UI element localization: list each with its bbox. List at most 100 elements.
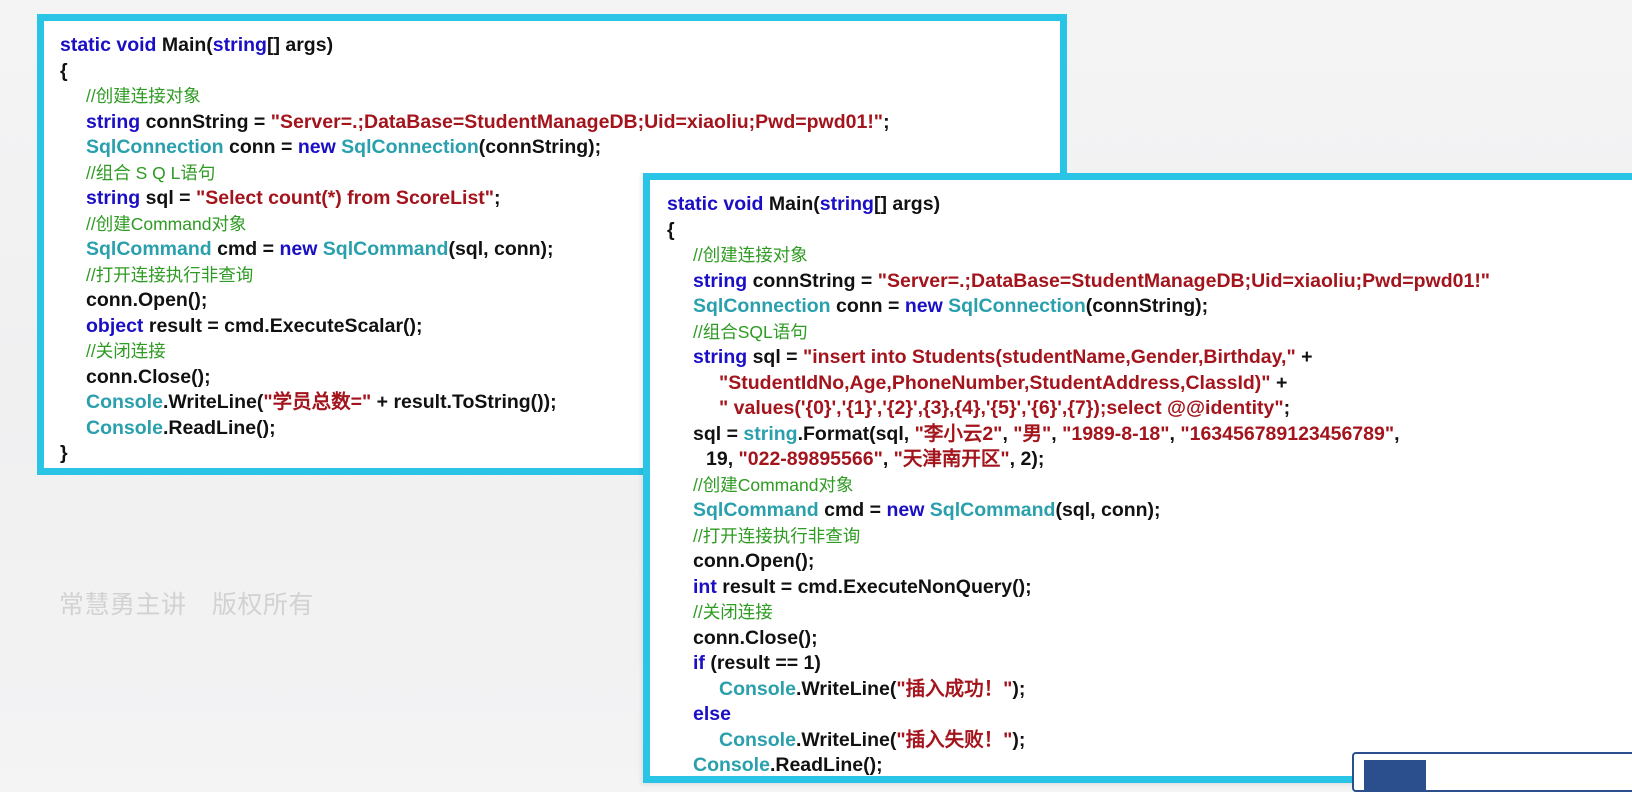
code-token-cmt: //创建Command对象 bbox=[86, 213, 247, 234]
code-token-kw: string bbox=[819, 193, 874, 215]
code-lines: static void Main(string[] args){//创建连接对象… bbox=[667, 192, 1626, 776]
code-token-str: "StudentIdNo,Age,PhoneNumber,StudentAddr… bbox=[719, 371, 1271, 394]
code-token-kw: new bbox=[279, 238, 323, 260]
code-line: //关闭连接 bbox=[667, 600, 1626, 626]
code-token-str: "163456789123456789" bbox=[1180, 422, 1395, 445]
code-token-str: "022-89895566" bbox=[738, 448, 883, 470]
code-token-plain: cmd = bbox=[818, 499, 887, 521]
code-token-kw: string bbox=[212, 34, 267, 56]
code-token-plain: conn = bbox=[830, 295, 905, 317]
code-line: static void Main(string[] args) bbox=[667, 192, 1626, 218]
code-panel-nonquery-example: static void Main(string[] args){//创建连接对象… bbox=[643, 173, 1632, 783]
code-token-str: "1989-8-18" bbox=[1062, 422, 1170, 445]
code-token-str: "李小云2" bbox=[914, 422, 1003, 445]
code-line: //组合SQL语句 bbox=[667, 320, 1626, 346]
code-token-plain: sql = bbox=[747, 346, 803, 368]
code-token-str: "Server=.;DataBase=StudentManageDB;Uid=x… bbox=[270, 110, 884, 133]
code-token-type: SqlCommand bbox=[86, 238, 212, 260]
logo-badge bbox=[1352, 752, 1632, 792]
code-line: //创建连接对象 bbox=[60, 84, 1050, 110]
code-token-kw: string bbox=[693, 269, 748, 292]
code-token-plain: ; bbox=[883, 110, 890, 133]
code-token-plain: conn.Open(); bbox=[693, 550, 815, 572]
code-token-kw: int bbox=[693, 575, 717, 598]
code-token-plain: (connString); bbox=[478, 136, 602, 158]
code-token-plain: .WriteLine( bbox=[162, 391, 264, 413]
code-token-plain: .ReadLine(); bbox=[769, 754, 883, 776]
code-token-plain: } bbox=[60, 442, 68, 464]
code-token-kw: else bbox=[693, 703, 731, 725]
code-line: SqlConnection conn = new SqlConnection(c… bbox=[667, 294, 1626, 320]
code-token-plain: ); bbox=[1012, 677, 1026, 700]
code-token-str: "insert into Students(studentName,Gender… bbox=[803, 346, 1296, 368]
code-token-cmt: //组合 S Q L语句 bbox=[86, 162, 216, 183]
code-token-kw: new bbox=[886, 499, 930, 521]
code-line: Console.WriteLine("插入成功！"); bbox=[667, 677, 1626, 703]
code-token-plain: [] args) bbox=[266, 34, 334, 56]
code-line: 19, "022-89895566", "天津南开区", 2); bbox=[667, 447, 1626, 473]
code-token-plain: [] args) bbox=[873, 193, 941, 215]
code-token-cmt: //组合SQL语句 bbox=[693, 321, 808, 342]
code-token-plain: + bbox=[1295, 346, 1313, 368]
code-line: if (result == 1) bbox=[667, 651, 1626, 677]
code-line: SqlConnection conn = new SqlConnection(c… bbox=[60, 135, 1050, 161]
code-token-plain: ; bbox=[1283, 397, 1291, 419]
code-token-plain: + bbox=[1270, 371, 1288, 394]
code-token-str: "学员总数=" bbox=[263, 391, 372, 413]
code-line: { bbox=[60, 59, 1050, 85]
code-token-str: "Server=.;DataBase=StudentManageDB;Uid=x… bbox=[877, 269, 1491, 292]
code-token-plain: (sql, conn); bbox=[1055, 499, 1161, 521]
code-token-str: "男" bbox=[1013, 422, 1052, 445]
code-token-plain: (sql, conn); bbox=[448, 238, 554, 260]
code-token-plain: , bbox=[882, 448, 894, 470]
code-token-plain: , 2); bbox=[1009, 448, 1045, 470]
code-token-plain: { bbox=[667, 218, 675, 241]
code-token-type: string bbox=[743, 422, 798, 445]
code-token-type: SqlConnection bbox=[693, 295, 831, 317]
code-token-str: "插入成功！" bbox=[896, 677, 1013, 700]
code-line: static void Main(string[] args) bbox=[60, 33, 1050, 59]
code-token-plain: ); bbox=[1012, 728, 1026, 751]
code-token-str: "插入失败！" bbox=[896, 728, 1013, 751]
code-token-kw: string bbox=[86, 187, 141, 209]
code-token-kw: string bbox=[86, 110, 141, 133]
code-token-plain: Main( bbox=[161, 34, 213, 56]
code-token-kw: new bbox=[904, 295, 949, 317]
logo-icon bbox=[1364, 760, 1426, 790]
code-line: { bbox=[667, 218, 1626, 244]
code-token-cmt: //关闭连接 bbox=[693, 602, 773, 622]
code-token-plain: Main( bbox=[768, 193, 820, 215]
code-line: //创建Command对象 bbox=[667, 473, 1626, 499]
code-token-plain: ; bbox=[494, 187, 501, 209]
code-token-plain: (result == 1) bbox=[704, 652, 821, 674]
code-line: conn.Close(); bbox=[667, 626, 1626, 652]
code-token-kw: static void bbox=[667, 193, 769, 215]
code-line: //创建连接对象 bbox=[667, 243, 1626, 269]
code-token-plain: .WriteLine( bbox=[795, 677, 897, 700]
code-token-cmt: //打开连接执行非查询 bbox=[86, 264, 254, 285]
code-token-type: SqlCommand bbox=[322, 238, 449, 260]
code-token-type: SqlCommand bbox=[929, 499, 1056, 521]
code-token-kw: if bbox=[693, 652, 705, 674]
code-token-plain: result = cmd.ExecuteScalar(); bbox=[143, 314, 423, 337]
code-line: string sql = "insert into Students(stude… bbox=[667, 345, 1626, 371]
code-token-plain: cmd = bbox=[211, 238, 280, 260]
code-token-type: SqlConnection bbox=[341, 136, 479, 158]
code-token-kw: static void bbox=[60, 34, 162, 56]
code-token-type: SqlConnection bbox=[948, 295, 1086, 317]
code-token-plain: , bbox=[1169, 422, 1181, 445]
code-token-plain: + result.ToString()); bbox=[371, 391, 557, 413]
code-token-plain: connString = bbox=[747, 269, 878, 292]
code-line: "StudentIdNo,Age,PhoneNumber,StudentAddr… bbox=[667, 371, 1626, 397]
code-token-plain: result = cmd.ExecuteNonQuery(); bbox=[716, 575, 1032, 598]
code-token-type: Console bbox=[719, 728, 796, 751]
code-token-type: Console bbox=[86, 416, 163, 439]
code-token-cmt: //创建Command对象 bbox=[693, 474, 854, 495]
code-token-type: Console bbox=[693, 754, 770, 776]
code-line: Console.WriteLine("插入失败！"); bbox=[667, 728, 1626, 754]
code-line: //打开连接执行非查询 bbox=[667, 524, 1626, 550]
code-token-plain: 19, bbox=[706, 448, 739, 470]
code-line: sql = string.Format(sql, "李小云2", "男", "1… bbox=[667, 422, 1626, 448]
code-token-plain: , bbox=[1002, 422, 1014, 445]
code-token-cmt: //创建连接对象 bbox=[693, 245, 808, 265]
